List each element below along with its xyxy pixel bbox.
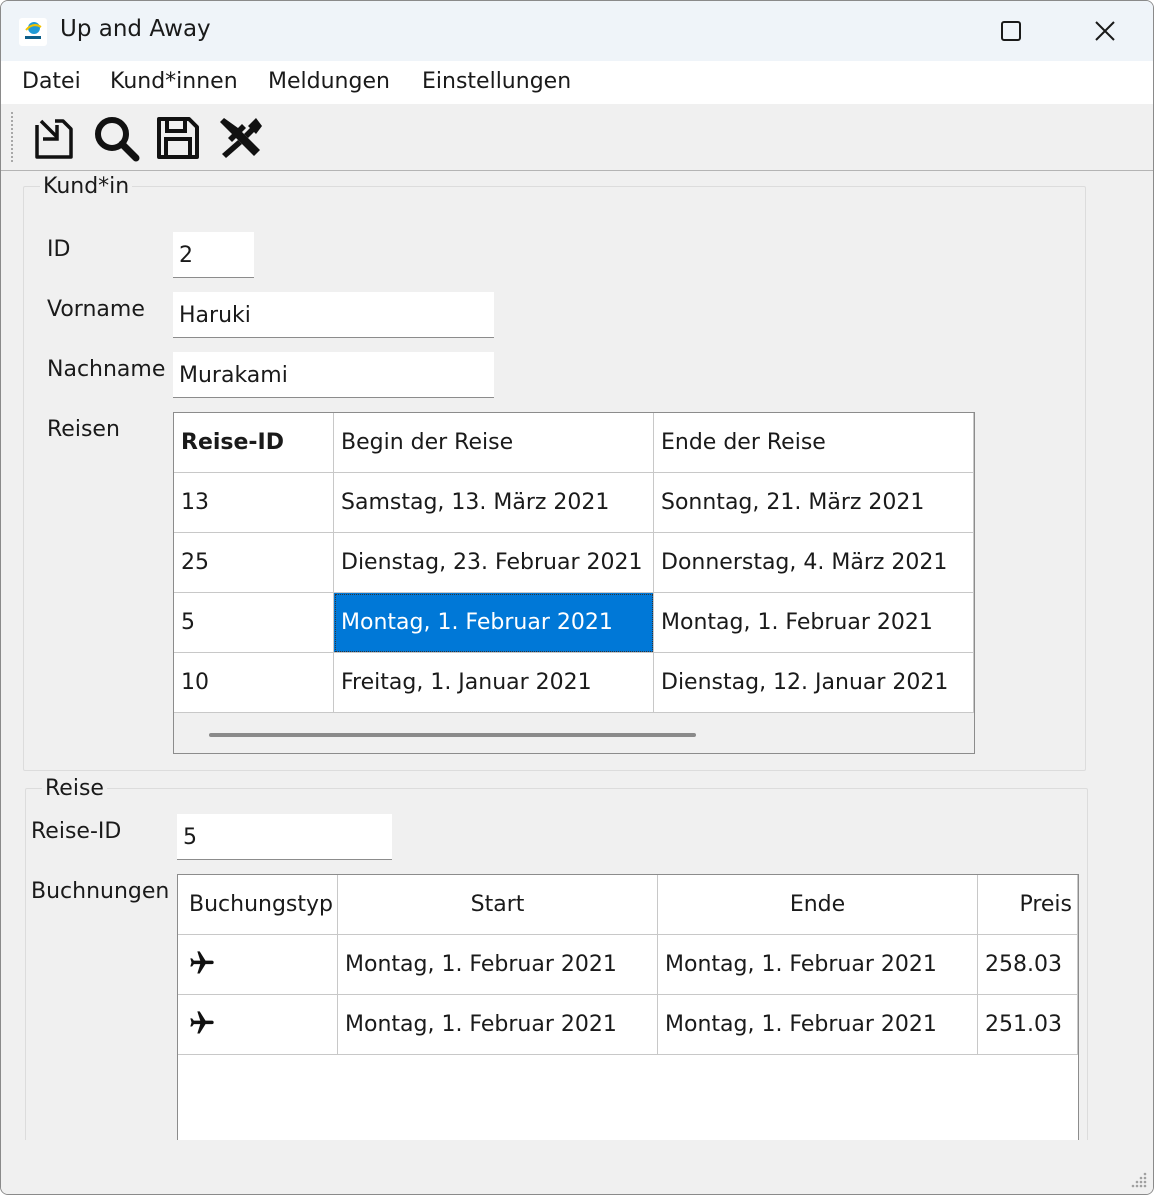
trips-label: Reisen xyxy=(47,417,120,442)
app-window: Up and Away Datei Kund*innen Meldungen E… xyxy=(0,0,1154,1195)
trips-header-id[interactable]: Reise-ID xyxy=(174,413,334,473)
settings-tools-icon xyxy=(220,118,262,158)
id-field[interactable]: 2 xyxy=(173,232,254,278)
trips-cell-begin[interactable]: Samstag, 13. März 2021 xyxy=(334,473,654,533)
trips-cell-end[interactable]: Donnerstag, 4. März 2021 xyxy=(654,533,974,593)
maximize-button[interactable] xyxy=(965,1,1057,61)
trips-header-begin[interactable]: Begin der Reise xyxy=(334,413,654,473)
maximize-icon xyxy=(1001,21,1021,41)
firstname-label: Vorname xyxy=(47,297,145,322)
trips-cell-end[interactable]: Montag, 1. Februar 2021 xyxy=(654,593,974,653)
trips-header-end[interactable]: Ende der Reise xyxy=(654,413,974,473)
trips-cell-id[interactable]: 5 xyxy=(174,593,334,653)
trips-cell-begin-selected[interactable]: Montag, 1. Februar 2021 xyxy=(334,593,654,653)
open-export-button[interactable] xyxy=(28,112,80,164)
search-button[interactable] xyxy=(90,112,142,164)
trips-cell-end[interactable]: Sonntag, 21. März 2021 xyxy=(654,473,974,533)
close-icon xyxy=(1095,21,1115,41)
bookings-cell-start[interactable]: Montag, 1. Februar 2021 xyxy=(338,995,658,1055)
bookings-header-end[interactable]: Ende xyxy=(658,875,978,935)
bookings-table: Buchungstyp Start Ende Preis Montag, 1. … xyxy=(177,874,1079,1140)
bookings-cell-price[interactable]: 251.03 xyxy=(978,995,1078,1055)
window-title: Up and Away xyxy=(60,16,211,42)
trips-cell-begin[interactable]: Freitag, 1. Januar 2021 xyxy=(334,653,654,713)
bookings-cell-end[interactable]: Montag, 1. Februar 2021 xyxy=(658,995,978,1055)
bookings-cell-start[interactable]: Montag, 1. Februar 2021 xyxy=(338,935,658,995)
bookings-cell-end[interactable]: Montag, 1. Februar 2021 xyxy=(658,935,978,995)
trips-cell-end[interactable]: Dienstag, 12. Januar 2021 xyxy=(654,653,974,713)
trips-cell-id[interactable]: 25 xyxy=(174,533,334,593)
open-export-icon xyxy=(35,119,73,159)
lastname-field[interactable]: Murakami xyxy=(173,352,494,398)
menu-bar: Datei Kund*innen Meldungen Einstellungen xyxy=(1,61,1153,104)
trips-cell-id[interactable]: 13 xyxy=(174,473,334,533)
bookings-header-price[interactable]: Preis xyxy=(978,875,1078,935)
trips-cell-id[interactable]: 10 xyxy=(174,653,334,713)
travel-logo-icon xyxy=(19,18,47,46)
resize-grip-icon[interactable] xyxy=(1131,1172,1147,1188)
toolbar xyxy=(1,104,1153,171)
bookings-cell-type[interactable] xyxy=(178,935,338,995)
trip-id-field[interactable]: 5 xyxy=(177,814,392,860)
bookings-cell-type[interactable] xyxy=(178,995,338,1055)
menu-datei[interactable]: Datei xyxy=(22,69,81,94)
save-icon xyxy=(157,117,199,159)
bookings-cell-price[interactable]: 258.03 xyxy=(978,935,1078,995)
trips-table: Reise-ID Begin der Reise Ende der Reise … xyxy=(173,412,975,754)
title-bar[interactable]: Up and Away xyxy=(1,1,1153,61)
bookings-label: Buchnungen xyxy=(31,879,170,904)
minimize-icon xyxy=(863,21,883,41)
status-strip xyxy=(1,1140,1153,1194)
firstname-field[interactable]: Haruki xyxy=(173,292,494,338)
save-button[interactable] xyxy=(152,112,204,164)
airplane-icon xyxy=(190,951,214,974)
customer-group-title: Kund*in xyxy=(40,174,133,199)
lastname-label: Nachname xyxy=(47,357,166,382)
close-button[interactable] xyxy=(1059,1,1151,61)
menu-meldungen[interactable]: Meldungen xyxy=(268,69,390,94)
trips-table-scrollbar[interactable] xyxy=(209,733,696,737)
trip-id-label: Reise-ID xyxy=(31,819,122,844)
bookings-header-start[interactable]: Start xyxy=(338,875,658,935)
settings-tools-button[interactable] xyxy=(214,112,266,164)
menu-einstellungen[interactable]: Einstellungen xyxy=(422,69,571,94)
minimize-button[interactable] xyxy=(827,1,919,61)
airplane-icon xyxy=(190,1011,214,1034)
trip-group-title: Reise xyxy=(42,776,107,801)
toolbar-grip[interactable] xyxy=(11,112,15,162)
search-icon xyxy=(95,117,140,162)
id-label: ID xyxy=(47,237,71,262)
menu-kundinnen[interactable]: Kund*innen xyxy=(110,69,238,94)
bookings-header-type[interactable]: Buchungstyp xyxy=(178,875,338,935)
trips-cell-begin[interactable]: Dienstag, 23. Februar 2021 xyxy=(334,533,654,593)
